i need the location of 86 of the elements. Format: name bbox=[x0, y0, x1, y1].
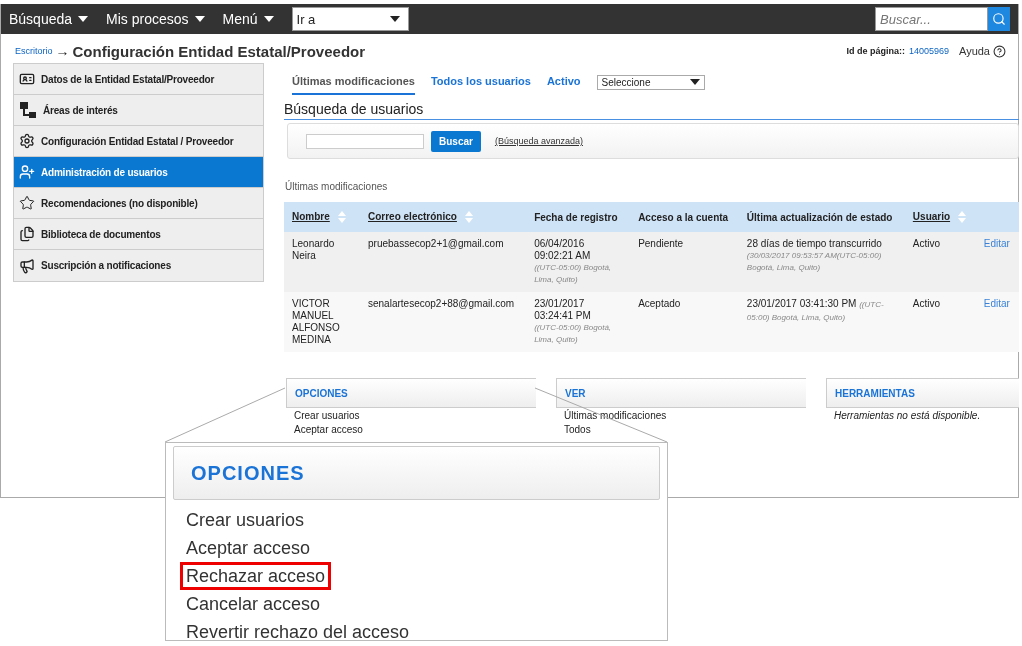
column-header: Última actualización de estado bbox=[738, 202, 905, 232]
user-add-icon bbox=[19, 164, 35, 180]
sidebar-label: Datos de la Entidad Estatal/Proveedor bbox=[41, 73, 215, 85]
sidebar-label: Recomendaciones (no disponible) bbox=[41, 197, 198, 209]
panel-link[interactable]: Últimas modificaciones bbox=[556, 410, 806, 422]
panel-header: OPCIONES bbox=[286, 378, 536, 408]
status-update: 28 días de tiempo transcurrido bbox=[746, 238, 883, 250]
search-field[interactable]: Buscar... bbox=[875, 7, 988, 31]
user-email: senalartesecop2+88@gmail.com bbox=[368, 298, 515, 309]
hierarchy-icon bbox=[19, 101, 37, 119]
timezone-note: ((UTC-05:00) Bogotá, Lima, Quito) bbox=[534, 322, 613, 346]
edit-link[interactable]: Editar bbox=[983, 238, 1010, 249]
tab[interactable]: Activo bbox=[546, 70, 581, 95]
search-button[interactable] bbox=[988, 7, 1010, 31]
edit-link[interactable]: Editar bbox=[983, 298, 1010, 309]
column-header: Fecha de registro bbox=[526, 202, 631, 232]
callout-header: OPCIONES bbox=[173, 446, 660, 500]
breadcrumb-arrow: → bbox=[55, 43, 70, 59]
documents-icon bbox=[19, 226, 35, 242]
sort-icon[interactable] bbox=[337, 211, 346, 224]
user-status: Activo bbox=[912, 238, 941, 249]
panel-link[interactable]: Crear usuarios bbox=[286, 410, 536, 422]
callout-option[interactable]: Rechazar acceso bbox=[183, 565, 329, 587]
menu-button[interactable]: Mis procesos bbox=[106, 11, 205, 27]
user-name: VICTOR MANUEL ALFONSO MEDINA bbox=[292, 298, 340, 345]
timezone-note: ((UTC-05:00) Bogotá, Lima, Quito) bbox=[534, 262, 613, 286]
menu-button[interactable]: Búsqueda bbox=[9, 11, 89, 27]
section-title: Búsqueda de usuarios bbox=[284, 101, 1019, 120]
sidebar-item[interactable]: Biblioteca de documentos bbox=[14, 219, 263, 250]
column-header[interactable]: Usuario bbox=[904, 202, 976, 232]
callout-option[interactable]: Revertir rechazo del acceso bbox=[183, 621, 413, 643]
goto-dropdown[interactable]: Ir a bbox=[291, 7, 409, 31]
sidebar-item[interactable]: Datos de la Entidad Estatal/Proveedor bbox=[14, 64, 263, 95]
tab[interactable]: Últimas modificaciones bbox=[292, 70, 415, 95]
sidebar-label: Configuración Entidad Estatal / Proveedor bbox=[41, 135, 234, 147]
callout-option[interactable]: Aceptar acceso bbox=[183, 537, 314, 559]
page-title: Configuración Entidad Estatal/Proveedor bbox=[72, 42, 366, 60]
panel-link[interactable]: Aceptar acceso bbox=[286, 424, 536, 436]
menu-button[interactable]: Menú bbox=[222, 11, 274, 27]
filter-dropdown[interactable]: Seleccione bbox=[596, 75, 705, 90]
gears-icon bbox=[19, 133, 35, 149]
panel-note: Herramientas no está disponible. bbox=[833, 410, 982, 422]
sidebar-label: Áreas de interés bbox=[43, 104, 118, 116]
user-email: pruebassecop2+1@gmail.com bbox=[368, 238, 504, 249]
sidebar-item[interactable]: Recomendaciones (no disponible) bbox=[14, 188, 263, 219]
search-submit-button[interactable]: Buscar bbox=[431, 130, 481, 152]
star-icon bbox=[19, 195, 35, 211]
user-name: Leonardo Neira bbox=[292, 238, 335, 261]
sidebar-item[interactable]: Áreas de interés bbox=[14, 95, 263, 126]
panel-header: HERRAMIENTAS bbox=[826, 378, 1019, 408]
column-header[interactable]: Correo electrónico bbox=[360, 202, 527, 232]
registration-time: 09:02:21 AM bbox=[534, 250, 592, 262]
page-id-link[interactable]: 14005969 bbox=[908, 46, 949, 56]
registration-date: 23/01/2017 bbox=[534, 298, 586, 310]
megaphone-icon bbox=[19, 257, 35, 274]
sidebar-item[interactable]: Administración de usuarios bbox=[14, 157, 263, 188]
registration-date: 06/04/2016 bbox=[534, 238, 586, 250]
sidebar-label: Suscripción a notificaciones bbox=[41, 260, 171, 271]
tab[interactable]: Todos los usuarios bbox=[430, 70, 531, 95]
search-icon bbox=[992, 12, 1006, 26]
column-header: Acceso a la cuenta bbox=[630, 202, 739, 232]
advanced-search-link[interactable]: (Búsqueda avanzada) bbox=[494, 136, 583, 146]
access-status: Pendiente bbox=[638, 238, 684, 249]
sort-icon[interactable] bbox=[464, 211, 473, 224]
callout-option[interactable]: Crear usuarios bbox=[183, 509, 308, 531]
sidebar-item[interactable]: Suscripción a notificaciones bbox=[14, 250, 263, 281]
sidebar-label: Administración de usuarios bbox=[41, 166, 168, 178]
sidebar-label: Biblioteca de documentos bbox=[41, 228, 161, 240]
status-update: 23/01/2017 03:41:30 PM ((UTC-05:00) Bogotá, Lima, Quito) bbox=[746, 298, 884, 322]
page-id-label: Id de página:: bbox=[846, 46, 905, 56]
column-header[interactable]: Nombre bbox=[284, 202, 360, 232]
panel-link[interactable]: Todos bbox=[556, 424, 806, 436]
help-icon bbox=[993, 44, 1006, 58]
breadcrumb-link[interactable]: Escritorio bbox=[15, 46, 53, 56]
user-status: Activo bbox=[912, 298, 941, 309]
sidebar-item[interactable]: Configuración Entidad Estatal / Proveedor bbox=[14, 126, 263, 157]
access-status: Aceptado bbox=[638, 298, 681, 309]
sort-icon[interactable] bbox=[958, 211, 967, 224]
panel-header: VER bbox=[556, 378, 806, 408]
help-link[interactable]: Ayuda bbox=[959, 44, 1006, 58]
callout-option[interactable]: Cancelar acceso bbox=[183, 593, 324, 615]
registration-time: 03:24:41 PM bbox=[534, 310, 592, 322]
status-note: (30/03/2017 09:53:57 AM(UTC-05:00) Bogotá, Lima, Quito) bbox=[746, 250, 883, 274]
list-caption: Últimas modificaciones bbox=[285, 181, 389, 192]
id-card-icon bbox=[19, 71, 35, 87]
user-search-field[interactable] bbox=[306, 133, 424, 149]
